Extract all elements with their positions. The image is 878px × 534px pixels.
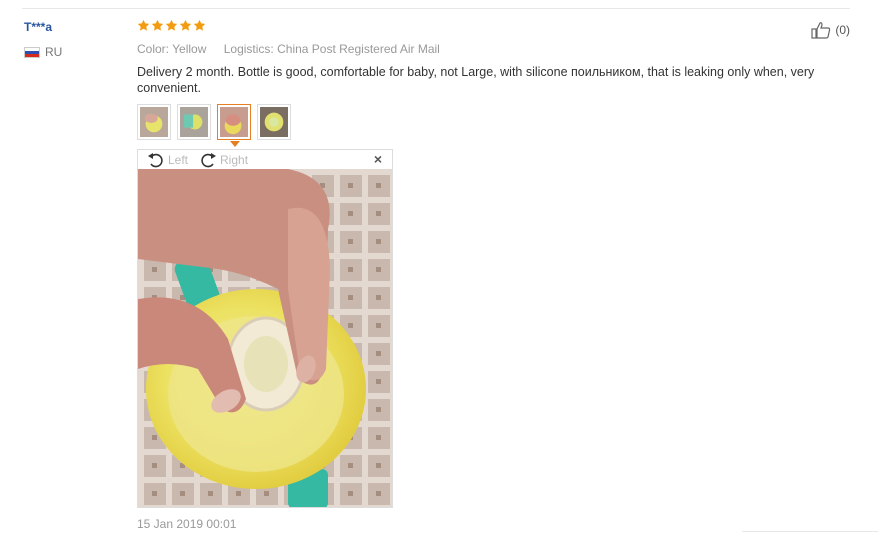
photo-thumbnail[interactable] [257,104,291,140]
star-icon [165,19,178,31]
star-icon [137,19,150,31]
close-icon[interactable]: × [374,151,382,167]
rotate-left-button[interactable]: Left [146,152,188,168]
photo-image [138,169,392,507]
review-text: Delivery 2 month. Bottle is good, comfor… [137,65,815,95]
rotate-right-button[interactable]: Right [198,152,248,168]
rotate-right-icon [201,152,217,167]
bottom-divider [742,531,878,532]
rotate-right-label: Right [220,152,249,167]
review-photo [138,169,392,507]
photo-thumbnail[interactable] [137,104,171,140]
order-info: Color: Yellow Logistics: China Post Regi… [137,42,454,56]
logistics-label: Logistics: [223,42,274,56]
photo-thumbnail-active[interactable] [217,104,251,147]
top-divider [22,8,850,9]
reviewer-name[interactable]: T***a [24,20,52,34]
russia-flag-icon [24,46,40,58]
thumbs-up-icon [811,22,831,39]
star-rating [137,19,206,32]
color-label: Color: [137,42,170,56]
helpful-button[interactable]: (0) [811,21,850,39]
star-icon [179,19,192,31]
logistics-value: China Post Registered Air Mail [277,42,440,56]
star-icon [151,19,164,31]
viewer-toolbar: Left Right × [138,150,392,169]
reviewer-country: RU [24,45,62,59]
color-value: Yellow [172,42,207,56]
rotate-left-icon [148,152,163,167]
photo-thumbnails [137,104,291,147]
photo-thumbnail[interactable] [177,104,211,140]
star-icon [193,19,206,31]
country-code: RU [45,45,63,59]
review-date: 15 Jan 2019 00:01 [137,517,237,531]
rotate-left-label: Left [168,152,189,167]
helpful-count: (0) [835,23,850,37]
photo-viewer: Left Right × [137,149,393,508]
